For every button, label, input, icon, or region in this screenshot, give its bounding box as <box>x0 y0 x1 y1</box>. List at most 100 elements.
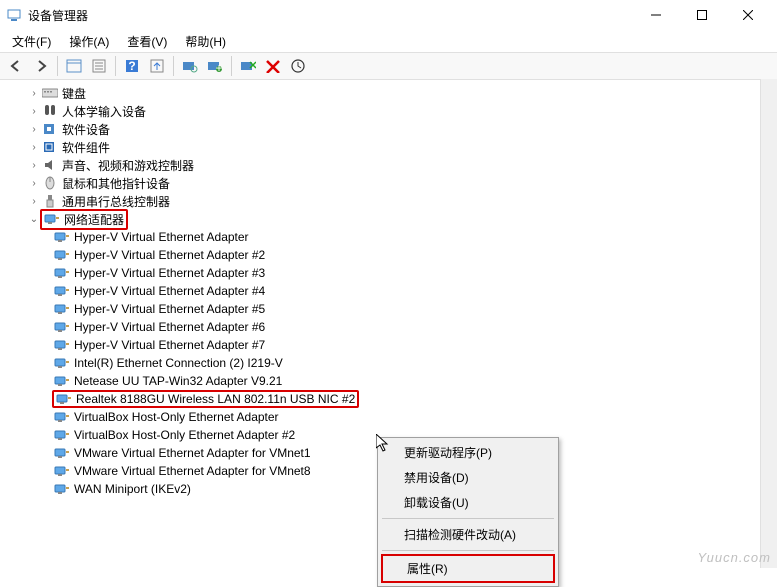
tree-item-label: 声音、视频和游戏控制器 <box>62 157 194 174</box>
tree-item-label: 软件设备 <box>62 121 110 138</box>
forward-button[interactable] <box>29 54 53 78</box>
context-menu: 更新驱动程序(P) 禁用设备(D) 卸载设备(U) 扫描检测硬件改动(A) 属性… <box>377 437 559 587</box>
tree-item[interactable]: Hyper-V Virtual Ethernet Adapter #4 <box>14 282 777 300</box>
net-icon <box>44 212 60 226</box>
close-button[interactable] <box>725 0 771 30</box>
back-button[interactable] <box>4 54 28 78</box>
tree-item[interactable]: Hyper-V Virtual Ethernet Adapter #6 <box>14 318 777 336</box>
menu-view[interactable]: 查看(V) <box>119 31 175 52</box>
uninstall-device-icon[interactable] <box>236 54 260 78</box>
tree-item[interactable]: ›人体学输入设备 <box>14 102 777 120</box>
tree-item[interactable]: › 声音、视频和游戏控制器 <box>14 156 777 174</box>
app-icon <box>6 7 22 23</box>
usb-icon <box>42 194 58 208</box>
tree-item-label: VirtualBox Host-Only Ethernet Adapter #2 <box>74 428 295 442</box>
net-icon <box>54 356 70 370</box>
ctx-update-driver[interactable]: 更新驱动程序(P) <box>380 440 556 465</box>
net-icon <box>54 338 70 352</box>
add-legacy-hardware-icon[interactable]: + <box>203 54 227 78</box>
mouse-cursor-icon <box>376 434 392 454</box>
tree-item[interactable]: Netease UU TAP-Win32 Adapter V9.21 <box>14 372 777 390</box>
net-icon <box>54 248 70 262</box>
tree-item-label: Realtek 8188GU Wireless LAN 802.11n USB … <box>76 392 355 406</box>
window-title: 设备管理器 <box>28 7 633 24</box>
menu-help[interactable]: 帮助(H) <box>177 31 234 52</box>
tree-item-label: Hyper-V Virtual Ethernet Adapter #7 <box>74 338 265 352</box>
component-icon <box>42 140 58 154</box>
tree-item-label: 网络适配器 <box>64 211 124 228</box>
ctx-scan-hardware[interactable]: 扫描检测硬件改动(A) <box>380 522 556 547</box>
expander-icon[interactable]: › <box>28 178 40 189</box>
minimize-button[interactable] <box>633 0 679 30</box>
ctx-disable-device[interactable]: 禁用设备(D) <box>380 465 556 490</box>
tree-item-label: WAN Miniport (IKEv2) <box>74 482 191 496</box>
action-button[interactable] <box>145 54 169 78</box>
keyboard-icon <box>42 86 58 100</box>
tree-item[interactable]: Hyper-V Virtual Ethernet Adapter #2 <box>14 246 777 264</box>
tree-item[interactable]: Hyper-V Virtual Ethernet Adapter #5 <box>14 300 777 318</box>
tree-item[interactable]: ⌄ 网络适配器 <box>14 210 777 228</box>
tree-item[interactable]: Hyper-V Virtual Ethernet Adapter <box>14 228 777 246</box>
disable-device-icon[interactable] <box>261 54 285 78</box>
net-icon <box>54 410 70 424</box>
tree-item[interactable]: › 通用串行总线控制器 <box>14 192 777 210</box>
menu-file[interactable]: 文件(F) <box>4 31 59 52</box>
tree-item-label: Hyper-V Virtual Ethernet Adapter #4 <box>74 284 265 298</box>
net-icon <box>54 302 70 316</box>
net-icon <box>54 428 70 442</box>
scrollbar[interactable] <box>760 79 777 568</box>
net-icon <box>54 464 70 478</box>
tree-item-label: VirtualBox Host-Only Ethernet Adapter <box>74 410 279 424</box>
help-button[interactable]: ? <box>120 54 144 78</box>
tree-item-label: 键盘 <box>62 85 86 102</box>
tree-item[interactable]: Hyper-V Virtual Ethernet Adapter #7 <box>14 336 777 354</box>
expander-icon[interactable]: › <box>28 142 40 153</box>
tree-item-label: 通用串行总线控制器 <box>62 193 170 210</box>
tree-item[interactable]: Realtek 8188GU Wireless LAN 802.11n USB … <box>14 390 777 408</box>
scan-hardware-icon[interactable] <box>178 54 202 78</box>
net-icon <box>54 482 70 496</box>
titlebar: 设备管理器 <box>0 0 777 30</box>
expander-icon[interactable]: ⌄ <box>28 214 40 225</box>
tree-item-label: VMware Virtual Ethernet Adapter for VMne… <box>74 464 311 478</box>
tree-item-label: VMware Virtual Ethernet Adapter for VMne… <box>74 446 311 460</box>
tree-item-label: Hyper-V Virtual Ethernet Adapter #2 <box>74 248 265 262</box>
tree-item-label: 软件组件 <box>62 139 110 156</box>
tree-item[interactable]: › 键盘 <box>14 84 777 102</box>
menubar: 文件(F) 操作(A) 查看(V) 帮助(H) <box>0 30 777 52</box>
watermark: Yuucn.com <box>697 550 771 565</box>
tree-item[interactable]: Hyper-V Virtual Ethernet Adapter #3 <box>14 264 777 282</box>
tree-item-label: Hyper-V Virtual Ethernet Adapter #6 <box>74 320 265 334</box>
expander-icon[interactable]: › <box>28 196 40 207</box>
software-icon <box>42 122 58 136</box>
net-icon <box>54 266 70 280</box>
show-hide-console-tree-button[interactable] <box>62 54 86 78</box>
net-icon <box>54 230 70 244</box>
tree-item[interactable]: Intel(R) Ethernet Connection (2) I219-V <box>14 354 777 372</box>
net-icon <box>54 320 70 334</box>
tree-item[interactable]: › 软件组件 <box>14 138 777 156</box>
ctx-uninstall-device[interactable]: 卸载设备(U) <box>380 490 556 515</box>
tree-item-label: Intel(R) Ethernet Connection (2) I219-V <box>74 356 283 370</box>
tree-item-label: Hyper-V Virtual Ethernet Adapter <box>74 230 249 244</box>
expander-icon[interactable]: › <box>28 124 40 135</box>
hid-icon <box>42 104 58 118</box>
tree-item-label: Hyper-V Virtual Ethernet Adapter #3 <box>74 266 265 280</box>
audio-icon <box>42 158 58 172</box>
menu-action[interactable]: 操作(A) <box>61 31 117 52</box>
tree-item[interactable]: VirtualBox Host-Only Ethernet Adapter <box>14 408 777 426</box>
expander-icon[interactable]: › <box>28 106 40 117</box>
tree-item[interactable]: ›鼠标和其他指针设备 <box>14 174 777 192</box>
net-icon <box>54 446 70 460</box>
separator <box>382 518 554 519</box>
mouse-icon <box>42 176 58 190</box>
tree-item[interactable]: › 软件设备 <box>14 120 777 138</box>
net-icon <box>54 374 70 388</box>
svg-text:?: ? <box>128 59 135 73</box>
properties-button[interactable] <box>87 54 111 78</box>
expander-icon[interactable]: › <box>28 88 40 99</box>
expander-icon[interactable]: › <box>28 160 40 171</box>
maximize-button[interactable] <box>679 0 725 30</box>
update-driver-icon[interactable] <box>286 54 310 78</box>
tree-item-label: Netease UU TAP-Win32 Adapter V9.21 <box>74 374 282 388</box>
